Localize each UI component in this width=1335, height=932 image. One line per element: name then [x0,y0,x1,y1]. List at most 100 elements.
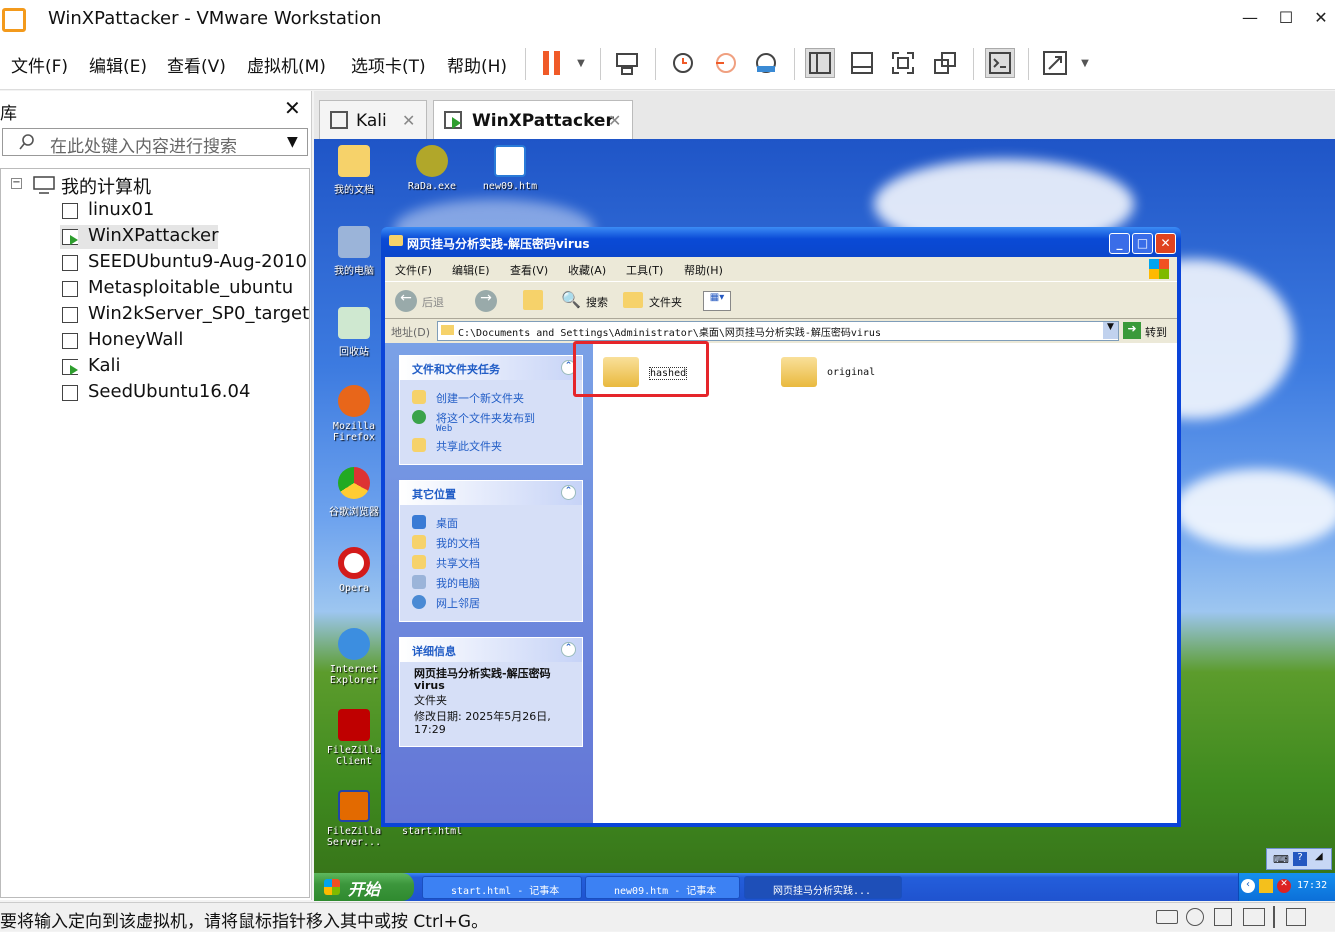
xp-menu-tools[interactable]: 工具(T) [626,262,663,278]
explorer-title-bar[interactable]: 网页挂马分析实践-解压密码virus _ □ ✕ [381,227,1181,257]
xp-menu-favorites[interactable]: 收藏(A) [568,262,606,278]
show-library-icon[interactable] [805,48,835,78]
security-warning-icon[interactable] [1259,879,1273,893]
address-dropdown-icon[interactable]: ▼ [1103,322,1118,339]
up-folder-icon[interactable] [523,290,543,310]
stretch-guest-icon[interactable] [1040,48,1070,78]
collapse-icon[interactable]: ⌃ [561,485,576,500]
usb-icon[interactable] [1273,906,1275,928]
back-label[interactable]: 后退 [422,294,444,310]
taskbar-button-start-html[interactable]: start.html - 记事本 [422,876,582,899]
panel-header[interactable]: 文件和文件夹任务 ⌃ [400,356,582,380]
desktop-icon-opera[interactable]: Opera [324,547,384,594]
desktop-icon-start-html[interactable]: start.html [402,826,462,837]
tab-kali[interactable]: Kali ✕ [319,100,427,140]
menu-view[interactable]: 查看(V) [167,52,226,77]
desktop-icon-chrome[interactable]: 谷歌浏览器 [324,467,384,518]
desktop-icon-rada[interactable]: RaDa.exe [402,145,462,192]
expand-icon[interactable]: ◢ [1315,851,1323,862]
folders-label[interactable]: 文件夹 [649,294,682,310]
desktop-icon-my-computer[interactable]: 我的电脑 [324,226,384,277]
minimize-button[interactable]: — [1238,8,1262,27]
hard-disk-icon[interactable] [1156,910,1178,924]
maximize-button[interactable]: ☐ [1274,8,1298,27]
place-shared-documents[interactable]: 共享文档 [436,555,480,571]
search-icon[interactable]: 🔍 [561,290,581,309]
desktop-icon-filezilla-server[interactable]: FileZilla Server... [324,790,384,848]
taskbar-button-new09[interactable]: new09.htm - 记事本 [585,876,740,899]
tree-item-seedubuntu9[interactable]: SEEDUbuntu9-Aug-2010 [60,251,308,275]
close-button[interactable]: ✕ [1309,8,1333,27]
start-button[interactable]: 开始 [314,873,414,901]
xp-menu-help[interactable]: 帮助(H) [684,262,723,278]
back-icon[interactable]: ← [395,290,417,312]
panel-header[interactable]: 详细信息 ⌃ [400,638,582,662]
tree-item-winxpattacker[interactable]: WinXPattacker [60,225,219,249]
revert-snapshot-icon[interactable] [710,48,740,78]
tree-item-seedubuntu16[interactable]: SeedUbuntu16.04 [60,381,300,405]
menu-file[interactable]: 文件(F) [11,52,68,77]
xp-menu-view[interactable]: 查看(V) [510,262,548,278]
taskbar-button-explorer[interactable]: 网页挂马分析实践... [744,876,902,899]
menu-vm[interactable]: 虚拟机(M) [247,52,326,77]
help-icon[interactable]: ? [1293,852,1307,866]
console-view-icon[interactable] [985,48,1015,78]
tree-collapse-icon[interactable]: − [11,178,22,189]
close-icon[interactable]: ✕ [284,96,301,120]
desktop-icon-recycle-bin[interactable]: 回收站 [324,307,384,358]
xp-menu-file[interactable]: 文件(F) [395,262,432,278]
pause-icon[interactable] [536,48,566,78]
message-icon[interactable] [1286,908,1306,926]
task-new-folder[interactable]: 创建一个新文件夹 [436,390,524,406]
xp-close-button[interactable]: ✕ [1155,233,1176,254]
network-adapter-icon[interactable] [1243,908,1265,926]
menu-help[interactable]: 帮助(H) [447,52,507,77]
place-my-computer[interactable]: 我的电脑 [436,575,480,591]
desktop-icon-filezilla-client[interactable]: FileZilla Client [324,709,384,767]
language-bar[interactable]: ⌨ ? ◢ [1266,848,1332,870]
unity-icon[interactable] [930,48,960,78]
forward-icon[interactable]: → [475,290,497,312]
desktop-icon-my-documents[interactable]: 我的文档 [324,145,384,196]
folder-item-original[interactable]: original [781,353,901,395]
go-arrow-icon[interactable]: ➜ [1123,322,1141,339]
tree-item-honeywall[interactable]: HoneyWall [60,329,300,353]
desktop-icon-ie[interactable]: Internet Explorer [324,628,384,686]
thumbnail-bar-icon[interactable] [847,48,877,78]
task-share-folder[interactable]: 共享此文件夹 [436,438,502,454]
send-ctrl-alt-del-icon[interactable] [612,48,642,78]
search-dropdown-icon[interactable]: ▼ [287,134,298,150]
tab-close-icon[interactable]: ✕ [608,111,621,130]
desktop-icon-firefox[interactable]: Mozilla Firefox [324,385,384,443]
folders-icon[interactable] [623,292,643,308]
tree-item-win2kserver[interactable]: Win2kServer_SP0_target [60,303,309,327]
tree-item-linux01[interactable]: linux01 [60,199,300,223]
snapshot-manager-icon[interactable] [751,48,781,78]
menu-edit[interactable]: 编辑(E) [89,52,147,77]
tree-item-kali[interactable]: Kali [60,355,300,379]
tray-expand-icon[interactable]: ‹ [1241,879,1255,893]
xp-minimize-button[interactable]: _ [1109,233,1130,254]
xp-maximize-button[interactable]: □ [1132,233,1153,254]
views-icon[interactable]: ▦▾ [703,291,731,311]
task-publish-web-suffix[interactable]: Web [436,424,452,434]
stretch-dropdown-icon[interactable]: ▼ [1070,48,1100,78]
xp-menu-edit[interactable]: 编辑(E) [452,262,490,278]
tree-root-my-computer[interactable]: 我的计算机 [61,173,151,199]
tab-close-icon[interactable]: ✕ [402,111,415,130]
place-my-documents[interactable]: 我的文档 [436,535,480,551]
tab-winxpattacker[interactable]: WinXPattacker ✕ [433,100,633,140]
search-label[interactable]: 搜索 [586,294,608,310]
full-screen-icon[interactable] [888,48,918,78]
panel-header[interactable]: 其它位置 ⌃ [400,481,582,505]
menu-tabs[interactable]: 选项卡(T) [351,52,426,77]
floppy-icon[interactable] [1214,908,1232,926]
place-desktop[interactable]: 桌面 [436,515,458,531]
desktop-icon-new09[interactable]: new09.htm [480,145,540,192]
pause-dropdown-icon[interactable]: ▼ [566,48,596,78]
collapse-icon[interactable]: ⌃ [561,642,576,657]
place-network[interactable]: 网上邻居 [436,595,480,611]
tree-item-metasploitable[interactable]: Metasploitable_ubuntu [60,277,300,301]
explorer-file-list[interactable]: hashed original [593,343,1177,823]
no-network-icon[interactable]: ✕ [1277,879,1291,893]
